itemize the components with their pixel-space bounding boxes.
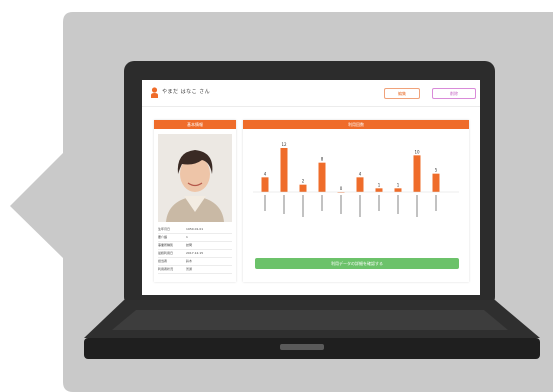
chart-category-label bbox=[283, 195, 285, 214]
chart-bar bbox=[356, 177, 364, 192]
chart-category-label bbox=[340, 195, 342, 214]
usage-panel-title: 利用回数 bbox=[243, 120, 469, 129]
chart-value-label: 4 bbox=[264, 171, 267, 176]
chart-category-label bbox=[416, 195, 418, 217]
delete-button[interactable]: 削除 bbox=[432, 88, 476, 99]
profile-row: 最終利用日 2017.12.15 bbox=[158, 250, 232, 258]
chart-bar bbox=[318, 162, 326, 192]
chart-bar bbox=[394, 188, 402, 192]
user-photo bbox=[158, 134, 232, 222]
usage-bar-chart: 4 12 2 8 0 4 1 1 10 5 bbox=[253, 142, 459, 217]
chart-value-label: 5 bbox=[435, 168, 438, 173]
profile-row: 利用者状況 普通 bbox=[158, 266, 232, 274]
portrait-image bbox=[158, 134, 232, 222]
chart-bar bbox=[299, 184, 307, 192]
chart-category-label bbox=[435, 195, 437, 211]
profile-info-table: 生年月日 1950.01.01 要介護 1 事業所種別 訪問 最終利用日 2017.12… bbox=[158, 226, 232, 274]
chart-bar bbox=[375, 188, 383, 192]
chart-value-label: 0 bbox=[340, 186, 343, 191]
chart-value-label: 4 bbox=[359, 171, 362, 176]
chart-category-label bbox=[378, 195, 380, 211]
laptop-screen: やまだ はなこ さん 編集 削除 基本情報 生年月日 1950.01.01 要介護… bbox=[142, 80, 480, 295]
chart-bar bbox=[280, 148, 288, 192]
profile-row: 要介護 1 bbox=[158, 234, 232, 242]
view-usage-details-button[interactable]: 利用データの詳細を確認する bbox=[255, 258, 459, 269]
chart-category-label bbox=[264, 195, 266, 211]
chart-value-label: 1 bbox=[378, 182, 381, 187]
chart-value-label: 12 bbox=[281, 142, 287, 147]
chart-category-label bbox=[321, 195, 323, 211]
edit-button[interactable]: 編集 bbox=[384, 88, 420, 99]
profile-panel-title: 基本情報 bbox=[154, 120, 236, 129]
chart-value-label: 8 bbox=[321, 157, 324, 162]
chart-category-label bbox=[397, 195, 399, 214]
user-name: やまだ はなこ さん bbox=[162, 89, 211, 95]
profile-row: 生年月日 1950.01.01 bbox=[158, 226, 232, 234]
chart-bar bbox=[413, 155, 421, 192]
chart-value-label: 1 bbox=[397, 182, 400, 187]
usage-panel: 利用回数 4 12 2 8 0 4 1 1 10 5 利用データの詳細を確認する bbox=[243, 120, 469, 282]
chart-value-label: 2 bbox=[302, 179, 305, 184]
chart-category-label bbox=[359, 195, 361, 217]
chart-category-label bbox=[302, 195, 304, 217]
chart-bar bbox=[261, 177, 269, 192]
chart-bar bbox=[432, 173, 440, 192]
user-icon bbox=[151, 87, 158, 98]
profile-panel: 基本情報 生年月日 1950.01.01 要介護 1 事業所種別 訪問 最終利用日 20… bbox=[154, 120, 236, 282]
profile-row: 担当者 鈴木 bbox=[158, 258, 232, 266]
chart-value-label: 10 bbox=[414, 149, 420, 154]
profile-row: 事業所種別 訪問 bbox=[158, 242, 232, 250]
app-header: やまだ はなこ さん 編集 削除 bbox=[142, 80, 480, 107]
